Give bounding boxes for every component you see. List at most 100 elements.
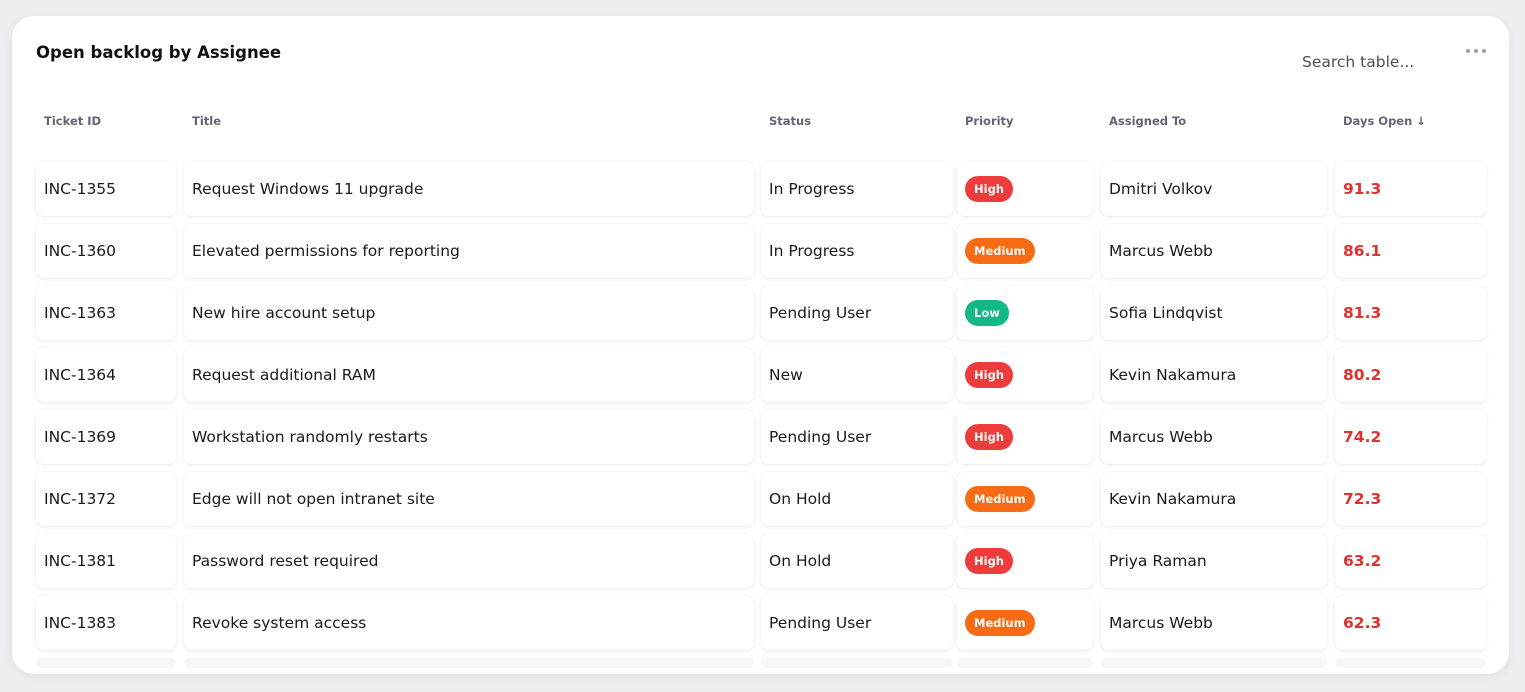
days-open-text: 91.3 (1343, 180, 1382, 198)
cell-status: In Progress (761, 224, 953, 278)
priority-badge: Low (965, 300, 1009, 326)
table-row[interactable]: INC-1364 Request additional RAM New High Kev… (36, 348, 1486, 402)
ticket-id-text: INC-1360 (44, 242, 117, 260)
cell-status: Pending User (761, 410, 953, 464)
cell-priority: High (957, 534, 1093, 588)
ticket-id-text: INC-1355 (44, 180, 117, 198)
assigned-to-text: Kevin Nakamura (1109, 366, 1237, 384)
cell-priority: Medium (957, 224, 1093, 278)
column-header-ticket-id[interactable]: Ticket ID (44, 114, 101, 128)
title-text: Workstation randomly restarts (192, 428, 428, 446)
status-text: On Hold (769, 490, 832, 508)
title-text: Request Windows 11 upgrade (192, 180, 424, 198)
ticket-id-text: INC-1383 (44, 614, 117, 632)
days-open-text: 81.3 (1343, 304, 1382, 322)
cell-priority: High (957, 162, 1093, 216)
priority-badge: High (965, 548, 1013, 574)
assigned-to-text: Kevin Nakamura (1109, 490, 1237, 508)
assigned-to-text: Priya Raman (1109, 552, 1207, 570)
table-row[interactable]: INC-1369 Workstation randomly restarts Pen… (36, 410, 1486, 464)
ticket-id-text: INC-1372 (44, 490, 117, 508)
ticket-id-text: INC-1364 (44, 366, 117, 384)
cell-title: Elevated permissions for reporting (184, 224, 754, 278)
title-text: Edge will not open intranet site (192, 490, 435, 508)
status-text: New (769, 366, 803, 384)
cell-status: New (761, 348, 953, 402)
priority-badge: High (965, 176, 1013, 202)
cell-days-open: 81.3 (1335, 286, 1486, 340)
cell-status: Pending User (761, 596, 953, 650)
cell-assigned-to: Marcus Webb (1101, 596, 1327, 650)
column-header-title[interactable]: Title (192, 114, 221, 128)
cell-ticket-id: INC-1364 (36, 348, 176, 402)
assigned-to-text: Dmitri Volkov (1109, 180, 1213, 198)
card-title: Open backlog by Assignee (36, 43, 282, 62)
cell-assigned-to: Kevin Nakamura (1101, 348, 1327, 402)
column-header-priority[interactable]: Priority (965, 114, 1014, 128)
search-input[interactable] (1302, 48, 1452, 76)
cell-status: On Hold (761, 534, 953, 588)
assigned-to-text: Marcus Webb (1109, 614, 1213, 632)
ticket-id-text: INC-1369 (44, 428, 117, 446)
cell-priority: Low (957, 286, 1093, 340)
title-text: New hire account setup (192, 304, 376, 322)
days-open-text: 74.2 (1343, 428, 1382, 446)
cell-priority: High (957, 348, 1093, 402)
cell-partial (957, 658, 1093, 668)
table-row[interactable]: INC-1360 Elevated permissions for reporti… (36, 224, 1486, 278)
cell-title: Edge will not open intranet site (184, 472, 754, 526)
title-text: Elevated permissions for reporting (192, 242, 460, 260)
table-row[interactable]: INC-1372 Edge will not open intranet site… (36, 472, 1486, 526)
cell-days-open: 91.3 (1335, 162, 1486, 216)
cell-priority: Medium (957, 596, 1093, 650)
cell-days-open: 72.3 (1335, 472, 1486, 526)
cell-ticket-id: INC-1355 (36, 162, 176, 216)
cell-partial (184, 658, 754, 668)
more-options-button[interactable] (1462, 42, 1490, 60)
priority-badge: High (965, 362, 1013, 388)
cell-title: New hire account setup (184, 286, 754, 340)
table-row[interactable]: INC-1363 New hire account setup Pending Us… (36, 286, 1486, 340)
title-text: Request additional RAM (192, 366, 376, 384)
cell-title: Password reset required (184, 534, 754, 588)
status-text: Pending User (769, 304, 872, 322)
cell-days-open: 74.2 (1335, 410, 1486, 464)
table-row[interactable]: INC-1381 Password reset required On Hold Hi… (36, 534, 1486, 588)
days-open-text: 86.1 (1343, 242, 1382, 260)
cell-ticket-id: INC-1369 (36, 410, 176, 464)
cell-assigned-to: Sofia Lindqvist (1101, 286, 1327, 340)
assigned-to-text: Marcus Webb (1109, 242, 1213, 260)
cell-partial (761, 658, 953, 668)
assigned-to-text: Sofia Lindqvist (1109, 304, 1223, 322)
cell-status: In Progress (761, 162, 953, 216)
status-text: In Progress (769, 180, 855, 198)
ticket-id-text: INC-1381 (44, 552, 117, 570)
cell-status: Pending User (761, 286, 953, 340)
priority-badge: Medium (965, 610, 1035, 636)
more-horizontal-icon (1466, 49, 1486, 53)
status-text: Pending User (769, 614, 872, 632)
table-row[interactable]: INC-1355 Request Windows 11 upgrade In Pro… (36, 162, 1486, 216)
days-open-text: 80.2 (1343, 366, 1382, 384)
priority-badge: Medium (965, 486, 1035, 512)
cell-ticket-id: INC-1372 (36, 472, 176, 526)
cell-assigned-to: Priya Raman (1101, 534, 1327, 588)
table-row[interactable]: INC-1383 Revoke system access Pending User… (36, 596, 1486, 650)
table-row-partial (36, 658, 1486, 668)
column-header-days-open[interactable]: Days Open ↓ (1343, 114, 1426, 128)
cell-ticket-id: INC-1383 (36, 596, 176, 650)
cell-days-open: 62.3 (1335, 596, 1486, 650)
cell-ticket-id: INC-1363 (36, 286, 176, 340)
cell-days-open: 80.2 (1335, 348, 1486, 402)
cell-assigned-to: Marcus Webb (1101, 410, 1327, 464)
column-header-assigned-to[interactable]: Assigned To (1109, 114, 1186, 128)
assigned-to-text: Marcus Webb (1109, 428, 1213, 446)
cell-partial (1101, 658, 1327, 668)
ticket-id-text: INC-1363 (44, 304, 117, 322)
cell-ticket-id: INC-1381 (36, 534, 176, 588)
column-header-status[interactable]: Status (769, 114, 811, 128)
title-text: Password reset required (192, 552, 379, 570)
days-open-text: 63.2 (1343, 552, 1382, 570)
days-open-text: 72.3 (1343, 490, 1382, 508)
cell-days-open: 86.1 (1335, 224, 1486, 278)
